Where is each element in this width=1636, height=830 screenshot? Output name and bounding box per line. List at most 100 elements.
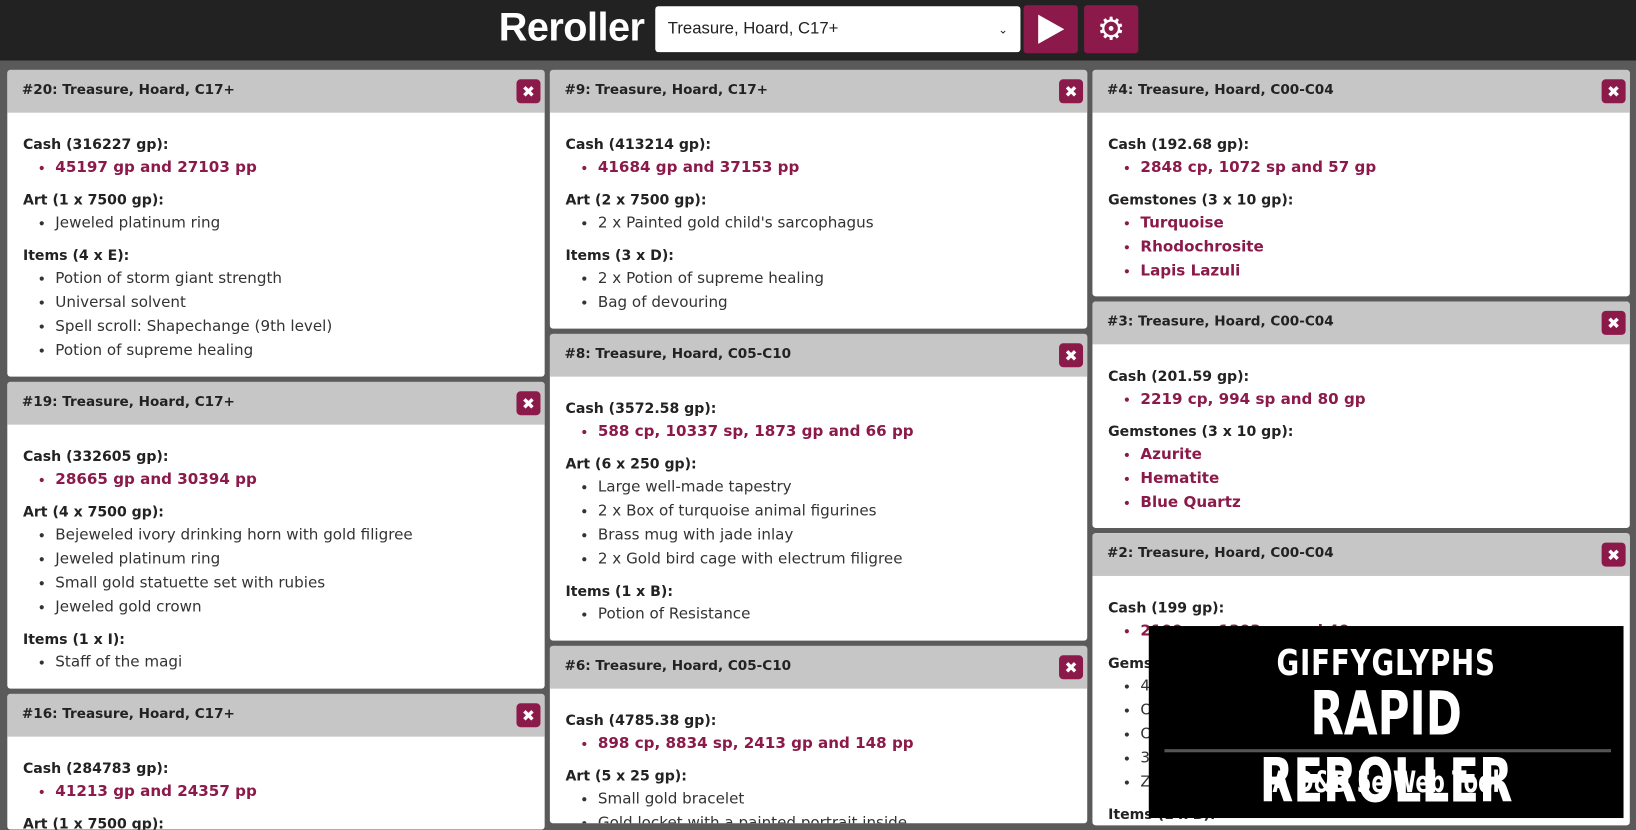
list-item: 2 x Potion of supreme healing [598,267,1087,291]
result-card: #9: Treasure, Hoard, C17+ ✖ Cash (413214 g… [549,69,1088,329]
result-card: #20: Treasure, Hoard, C17+ ✖ Cash (316227 … [7,69,545,377]
promo-subtitle: A D&D 5e Web Tool [1272,764,1500,800]
list-item: Brass mug with jade inlay [598,524,1087,548]
card-header: #20: Treasure, Hoard, C17+ ✖ [7,69,545,113]
list-item: Potion of storm giant strength [55,267,544,291]
section-label: Cash (199 gp): [1108,599,1225,617]
close-button[interactable]: ✖ [1601,542,1626,567]
section-label: Gemstones (3 x 10 gp): [1108,423,1294,441]
settings-button[interactable]: ⚙ [1084,5,1139,54]
card-header: #4: Treasure, Hoard, C00-C04 ✖ [1092,69,1630,113]
list-item: Bag of devouring [598,291,1087,315]
card-title: #19: Treasure, Hoard, C17+ [21,394,235,411]
section-label: Items (1 x B): [565,583,673,600]
card-body: Cash (332605 gp): 28665 gp and 30394 pp Ar… [7,425,544,675]
card-header: #19: Treasure, Hoard, C17+ ✖ [7,381,545,425]
top-bar: Reroller Treasure, Hoard, C17+ ⌄ ⚙ [0,0,1636,61]
close-icon: ✖ [1064,657,1078,677]
list-item: Small gold bracelet [598,788,1087,812]
card-header: #3: Treasure, Hoard, C00-C04 ✖ [1092,301,1630,345]
card-body: Cash (284783 gp): 41213 gp and 24357 pp Ar… [7,737,544,830]
section-list: 28665 gp and 30394 pp [23,468,545,492]
card-title: #6: Treasure, Hoard, C05-C10 [564,658,792,675]
list-item: 41684 gp and 37153 pp [598,157,1087,181]
list-item: Hematite [1140,467,1629,491]
section-label: Cash (316227 gp): [22,136,169,154]
section-label: Gemstones (3 x 10 gp): [1108,191,1294,209]
list-item: 2 x Gold bird cage with electrum filigre… [598,548,1087,572]
close-button[interactable]: ✖ [1059,655,1084,680]
section-list: Potion of storm giant strengthUniversal … [23,267,545,363]
table-select-value: Treasure, Hoard, C17+ [667,19,839,38]
result-card: #6: Treasure, Hoard, C05-C10 ✖ Cash (4785.… [549,645,1088,824]
section-label: Cash (3572.58 gp): [565,400,717,418]
section-label: Art (1 x 7500 gp): [22,191,164,209]
list-item: Azurite [1140,443,1629,467]
list-item: Blue Quartz [1140,491,1629,515]
roll-button[interactable] [1023,5,1078,54]
card-body: Cash (192.68 gp): 2848 cp, 1072 sp and 57… [1092,113,1629,284]
result-card: #16: Treasure, Hoard, C17+ ✖ Cash (284783 … [7,693,545,830]
list-item: Bejeweled ivory drinking horn with gold … [55,524,544,548]
section-label: Items (4 x E): [22,247,130,264]
card-header: #6: Treasure, Hoard, C05-C10 ✖ [549,645,1088,689]
section-label: Items (1 x I): [22,631,125,648]
section-label: Cash (192.68 gp): [1108,136,1250,154]
section-label: Cash (4785.38 gp): [565,712,717,730]
list-item: Jeweled platinum ring [55,548,544,572]
section-list: 2 x Painted gold child's sarcophagus [566,212,1088,236]
close-icon: ✖ [1607,81,1621,101]
close-button[interactable]: ✖ [516,79,541,104]
section-list: Staff of the magi [23,651,545,675]
result-card: #19: Treasure, Hoard, C17+ ✖ Cash (332605 … [7,381,545,689]
list-item: 2848 cp, 1072 sp and 57 gp [1140,157,1629,181]
card-title: #8: Treasure, Hoard, C05-C10 [564,346,792,363]
section-list: Jeweled platinum ring [23,212,545,236]
section-list: 41684 gp and 37153 pp [566,157,1088,181]
card-title: #9: Treasure, Hoard, C17+ [564,82,769,99]
list-item: 2 x Box of turquoise animal figurines [598,500,1087,524]
promo-banner: GIFFYGLYPHS RAPID REROLLER A D&D 5e Web … [1148,626,1624,819]
section-label: Art (4 x 7500 gp): [22,503,164,521]
card-title: #16: Treasure, Hoard, C17+ [21,706,235,723]
result-card: #4: Treasure, Hoard, C00-C04 ✖ Cash (192.6… [1092,69,1630,297]
section-list: 898 cp, 8834 sp, 2413 gp and 148 pp [566,732,1088,756]
section-list: 41213 gp and 24357 pp [23,780,545,804]
list-item: Spell scroll: Shapechange (9th level) [55,315,544,339]
card-header: #9: Treasure, Hoard, C17+ ✖ [549,69,1088,113]
close-button[interactable]: ✖ [1601,79,1626,104]
section-label: Art (1 x 7500 gp): [22,815,164,830]
table-select[interactable]: Treasure, Hoard, C17+ ⌄ [655,6,1021,53]
section-list: Large well-made tapestry2 x Box of turqu… [566,476,1088,572]
close-button[interactable]: ✖ [1059,343,1084,368]
list-item: 28665 gp and 30394 pp [55,468,544,492]
close-button[interactable]: ✖ [516,391,541,416]
list-item: Staff of the magi [55,651,544,675]
list-item: Turquoise [1140,212,1629,236]
list-item: Potion of supreme healing [55,339,544,363]
section-list: TurquoiseRhodochrositeLapis Lazuli [1108,212,1630,284]
result-card: #3: Treasure, Hoard, C00-C04 ✖ Cash (201.5… [1092,301,1630,528]
section-label: Art (5 x 25 gp): [565,767,687,785]
list-item: Small gold statuette set with rubies [55,572,544,596]
close-button[interactable]: ✖ [1601,310,1626,335]
card-body: Cash (316227 gp): 45197 gp and 27103 pp Ar… [7,113,544,363]
section-list: 2219 cp, 994 sp and 80 gp [1108,388,1630,412]
list-item: 45197 gp and 27103 pp [55,157,544,181]
section-list: 45197 gp and 27103 pp [23,157,545,181]
list-item: Jeweled gold crown [55,596,544,620]
section-label: Cash (413214 gp): [565,136,712,154]
card-header: #8: Treasure, Hoard, C05-C10 ✖ [549,333,1088,377]
section-label: Cash (201.59 gp): [1108,368,1250,386]
chevron-down-icon: ⌄ [998,23,1008,36]
card-body: Cash (4785.38 gp): 898 cp, 8834 sp, 2413 … [550,689,1087,824]
list-item: 898 cp, 8834 sp, 2413 gp and 148 pp [598,732,1087,756]
close-button[interactable]: ✖ [516,703,541,728]
card-body: Cash (201.59 gp): 2219 cp, 994 sp and 80 … [1092,344,1629,515]
section-list: Potion of Resistance [566,603,1088,627]
list-item: 41213 gp and 24357 pp [55,780,544,804]
promo-divider [1164,749,1612,753]
result-card: #8: Treasure, Hoard, C05-C10 ✖ Cash (3572.… [549,333,1088,641]
close-button[interactable]: ✖ [1059,79,1084,104]
list-item: 2 x Painted gold child's sarcophagus [598,212,1087,236]
